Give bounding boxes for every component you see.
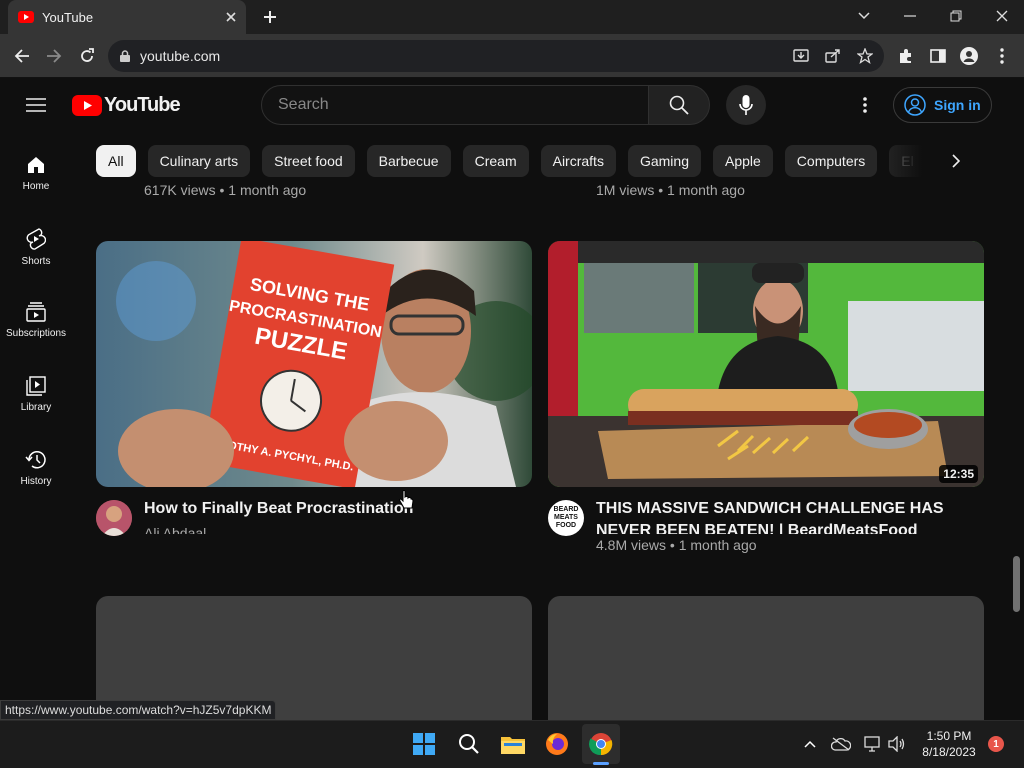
onedrive-offline-icon[interactable] bbox=[830, 734, 852, 754]
volume-icon[interactable] bbox=[886, 734, 908, 754]
video-meta: 4.8M views • 1 month ago bbox=[596, 537, 757, 553]
video-title[interactable]: How to Finally Beat Procrastination bbox=[144, 498, 524, 520]
video-thumbnail-placeholder bbox=[548, 596, 984, 720]
channel-clip: Ali Abdaal bbox=[144, 524, 444, 534]
page-scrollbar-thumb[interactable] bbox=[1013, 556, 1020, 612]
chip-street-food[interactable]: Street food bbox=[262, 145, 355, 177]
chip-all[interactable]: All bbox=[96, 145, 136, 177]
channel-avatar[interactable]: BEARD MEATS FOOD bbox=[548, 500, 584, 536]
chips-next-arrow-icon[interactable] bbox=[940, 145, 972, 177]
video-meta: 1M views • 1 month ago bbox=[596, 182, 745, 198]
video-meta: 617K views • 1 month ago bbox=[144, 182, 307, 198]
shorts-icon bbox=[26, 228, 46, 250]
extensions-icon[interactable] bbox=[895, 45, 917, 67]
clock-time: 1:50 PM bbox=[926, 729, 972, 743]
sidebar-item-library[interactable]: Library bbox=[0, 376, 72, 413]
sign-in-button[interactable]: Sign in bbox=[893, 87, 992, 123]
chip-barbecue[interactable]: Barbecue bbox=[366, 145, 451, 177]
tab-title: YouTube bbox=[42, 9, 94, 25]
sidebar-item-label: Library bbox=[20, 402, 52, 413]
tab-search-chevron-icon[interactable] bbox=[852, 6, 876, 26]
bookmark-star-icon[interactable] bbox=[854, 45, 876, 67]
channel-avatar[interactable] bbox=[96, 500, 132, 536]
search-input[interactable]: Search bbox=[261, 85, 649, 125]
title-clip: THIS MASSIVE SANDWICH CHALLENGE HAS NEVE… bbox=[596, 498, 976, 534]
sidebar-item-label: Shorts bbox=[21, 256, 51, 267]
window-close-icon[interactable] bbox=[990, 6, 1014, 26]
sign-in-label: Sign in bbox=[934, 97, 981, 113]
library-icon bbox=[26, 376, 46, 396]
firefox-icon[interactable] bbox=[543, 730, 571, 758]
home-icon bbox=[26, 155, 46, 175]
network-icon[interactable] bbox=[862, 734, 884, 754]
sidebar-item-label: Home bbox=[22, 181, 50, 192]
browser-tab[interactable]: YouTube bbox=[8, 0, 246, 34]
settings-menu-icon[interactable] bbox=[855, 94, 875, 116]
youtube-play-logo-icon bbox=[72, 95, 102, 116]
browser-menu-icon[interactable] bbox=[992, 45, 1012, 67]
search-icon bbox=[669, 95, 689, 115]
hand-cursor-icon bbox=[398, 490, 414, 512]
chip-computers[interactable]: Computers bbox=[784, 145, 878, 177]
subscriptions-icon bbox=[26, 302, 46, 322]
show-hidden-icons-chevron-icon[interactable] bbox=[800, 734, 820, 754]
clock-date: 8/18/2023 bbox=[922, 745, 976, 759]
chip-gaming[interactable]: Gaming bbox=[627, 145, 701, 177]
youtube-favicon bbox=[18, 11, 34, 23]
sidebar-item-label: History bbox=[20, 476, 52, 487]
video-thumbnail[interactable]: 12:35 bbox=[548, 241, 984, 487]
video-thumbnail[interactable]: SOLVING THE PROCRASTINATION PUZZLE TIMOT… bbox=[96, 241, 532, 487]
active-app-indicator bbox=[593, 762, 609, 765]
hamburger-menu-icon[interactable] bbox=[22, 92, 50, 118]
back-icon[interactable] bbox=[10, 44, 34, 68]
sidebar-item-subscriptions[interactable]: Subscriptions bbox=[0, 302, 72, 339]
category-chips: All Culinary arts Street food Barbecue C… bbox=[96, 145, 926, 177]
lock-icon[interactable] bbox=[120, 50, 130, 62]
reload-icon[interactable] bbox=[75, 44, 99, 68]
link-status-bar: https://www.youtube.com/watch?v=hJZ5v7dp… bbox=[0, 700, 277, 720]
restore-icon[interactable] bbox=[944, 6, 968, 26]
forward-icon[interactable] bbox=[42, 44, 66, 68]
account-circle-icon bbox=[904, 94, 926, 116]
microphone-icon bbox=[739, 95, 753, 115]
chip-aircrafts[interactable]: Aircrafts bbox=[540, 145, 616, 177]
address-bar[interactable]: youtube.com bbox=[108, 40, 884, 72]
sidebar-item-home[interactable]: Home bbox=[0, 155, 72, 192]
file-explorer-icon[interactable] bbox=[499, 730, 527, 758]
channel-name[interactable]: Ali Abdaal bbox=[144, 525, 206, 534]
history-icon bbox=[25, 450, 47, 470]
chrome-taskbar-button[interactable] bbox=[582, 724, 620, 764]
side-panel-icon[interactable] bbox=[927, 45, 949, 67]
sidebar-item-history[interactable]: History bbox=[0, 450, 72, 487]
sidebar-item-label: Subscriptions bbox=[5, 328, 67, 339]
video-duration: 12:35 bbox=[939, 465, 978, 483]
taskbar-search-icon[interactable] bbox=[455, 730, 483, 758]
sidebar-item-shorts[interactable]: Shorts bbox=[0, 228, 72, 267]
chip-culinary-arts[interactable]: Culinary arts bbox=[147, 145, 251, 177]
install-app-icon[interactable] bbox=[790, 45, 812, 67]
profile-icon[interactable] bbox=[958, 45, 980, 67]
share-icon[interactable] bbox=[822, 45, 844, 67]
windows-start-icon[interactable] bbox=[410, 730, 438, 758]
new-tab-icon[interactable] bbox=[258, 6, 282, 28]
chip-apple[interactable]: Apple bbox=[712, 145, 773, 177]
system-clock[interactable]: 1:50 PM 8/18/2023 bbox=[914, 728, 984, 760]
video-title[interactable]: THIS MASSIVE SANDWICH CHALLENGE HAS NEVE… bbox=[596, 498, 976, 534]
url-text: youtube.com bbox=[140, 48, 221, 64]
prev-row-clip: 617K views • 1 month ago 1M views • 1 mo… bbox=[96, 178, 996, 198]
browser-tab-strip: YouTube bbox=[0, 0, 1024, 34]
notification-badge[interactable]: 1 bbox=[988, 736, 1004, 752]
tab-close-icon[interactable] bbox=[226, 12, 236, 22]
youtube-logo[interactable]: YouTube bbox=[72, 94, 181, 117]
voice-search-button[interactable] bbox=[726, 85, 766, 125]
chip-cream[interactable]: Cream bbox=[462, 145, 529, 177]
logo-text: YouTube bbox=[104, 94, 181, 116]
chrome-icon bbox=[589, 732, 613, 756]
search-button[interactable] bbox=[648, 85, 710, 125]
minimize-icon[interactable] bbox=[898, 6, 922, 26]
